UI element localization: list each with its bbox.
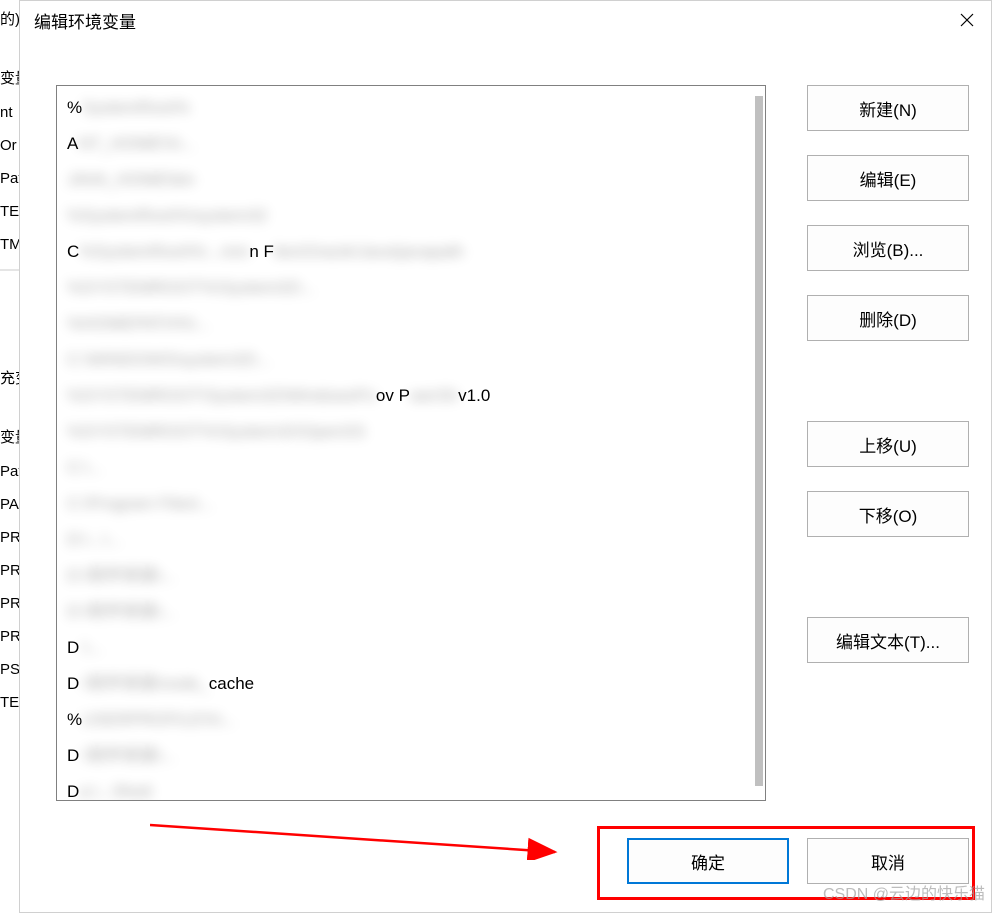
ok-button[interactable]: 确定: [627, 838, 789, 884]
scrollbar[interactable]: [755, 96, 763, 786]
browse-button[interactable]: 浏览(B)...: [807, 225, 969, 271]
list-item[interactable]: D:\...: [57, 630, 755, 666]
list-item[interactable]: %SYSTEMROOT%\System32\OpenSS: [57, 414, 755, 450]
move-down-button[interactable]: 下移(O): [807, 491, 969, 537]
list-item[interactable]: D:\软件安装\node_cache: [57, 666, 755, 702]
list-item[interactable]: JAVA_HOME\bin: [57, 162, 755, 198]
footer-buttons: 确定 取消: [627, 838, 969, 884]
close-button[interactable]: [943, 1, 991, 39]
path-listbox[interactable]: %SystemRoot%ANT_HOME%\...JAVA_HOME\bin%S…: [56, 85, 766, 801]
list-item[interactable]: ANT_HOME%\...: [57, 126, 755, 162]
list-item[interactable]: D:\软件安装\...: [57, 738, 755, 774]
new-button[interactable]: 新建(N): [807, 85, 969, 131]
list-item[interactable]: %SYSTEMROOT\System32\WindowsPoov PwerShv…: [57, 378, 755, 414]
list-item[interactable]: %HOMEPATH%\...: [57, 306, 755, 342]
annotation-arrow: [150, 820, 570, 860]
list-item[interactable]: D:\软件安装\...: [57, 558, 755, 594]
list-item[interactable]: %SystemRoot%: [57, 90, 755, 126]
list-item[interactable]: %SystemRoot%\system32: [57, 198, 755, 234]
button-column: 新建(N) 编辑(E) 浏览(B)... 删除(D) 上移(U) 下移(O) 编…: [807, 85, 969, 687]
edit-text-button[interactable]: 编辑文本(T)...: [807, 617, 969, 663]
edit-button[interactable]: 编辑(E): [807, 155, 969, 201]
list-item[interactable]: Da:\...\Redi: [57, 774, 755, 800]
titlebar: 编辑环境变量: [20, 1, 991, 39]
list-item[interactable]: C:\WINDOWS\system32\...: [57, 342, 755, 378]
cancel-button[interactable]: 取消: [807, 838, 969, 884]
edit-environment-variable-dialog: 编辑环境变量 %SystemRoot%ANT_HOME%\...JAVA_HOM…: [19, 0, 992, 913]
move-up-button[interactable]: 上移(U): [807, 421, 969, 467]
list-item[interactable]: C%SystemRoot%\...mmn Files\Oracle\Java\j…: [57, 234, 755, 270]
delete-button[interactable]: 删除(D): [807, 295, 969, 341]
close-icon: [960, 13, 974, 27]
list-item[interactable]: D:\软件安装\...: [57, 594, 755, 630]
list-item[interactable]: %SYSTEMROOT%\System32\...: [57, 270, 755, 306]
list-item[interactable]: %USERPROFILE%\...: [57, 702, 755, 738]
dialog-title: 编辑环境变量: [34, 8, 136, 33]
list-item[interactable]: C:\...: [57, 450, 755, 486]
list-item[interactable]: D:\...\...: [57, 522, 755, 558]
list-item[interactable]: C:\Program Files\...: [57, 486, 755, 522]
